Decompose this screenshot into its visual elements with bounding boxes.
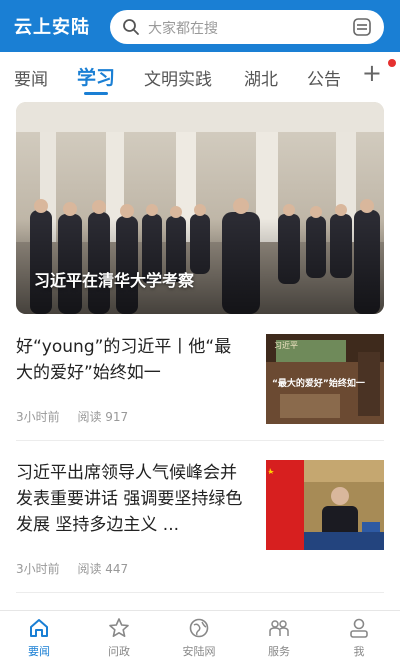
nav-me[interactable]: 我 [329,617,389,659]
news-title: 习近平出席领导人气候峰会并发表重要讲话 强调要坚持绿色发展 坚持多边主义 ... [16,463,243,535]
tab-wenming-shijian[interactable]: 文明实践 [144,65,212,90]
bottom-nav: 要闻 问政 安陆网 服务 我 [0,610,400,666]
people-icon [269,620,289,636]
search-placeholder: 大家都在搜 [148,21,218,37]
divider [16,440,384,441]
feature-card[interactable]: 习近平在清华大学考察 [16,102,384,314]
scan-icon[interactable] [352,17,372,37]
nav-label: 问政 [108,645,130,658]
news-title: 好“young”的习近平丨他“最大的爱好”始终如一 [16,337,232,383]
tab-xuexi[interactable]: 学习 [77,63,115,90]
star-icon [109,618,129,637]
home-icon [30,619,48,637]
search-icon [123,19,139,35]
thumb-caption: “最大的爱好”始终如一 [272,377,365,389]
news-item[interactable]: 好“young”的习近平丨他“最大的爱好”始终如一 3小时前 阅读 917 习近… [16,334,384,426]
news-meta: 3小时前 阅读 447 [16,560,142,577]
news-thumbnail: 习近平 “最大的爱好”始终如一 [266,334,384,424]
svg-text:习近平: 习近平 [274,340,298,350]
news-time: 3小时前 [16,562,60,576]
search-bar[interactable]: 大家都在搜 [110,10,384,44]
tab-yaowen[interactable]: 要闻 [14,65,48,90]
nav-fuwu[interactable]: 服务 [249,617,309,659]
news-time: 3小时前 [16,410,60,424]
tab-hubei[interactable]: 湖北 [244,65,278,90]
news-item[interactable]: 习近平出席领导人气候峰会并发表重要讲话 强调要坚持绿色发展 坚持多边主义 ...… [16,460,384,576]
nav-label: 我 [353,645,365,658]
globe-icon [189,618,209,638]
nav-wenzheng[interactable]: 问政 [89,617,149,659]
app-header: 云上安陆 大家都在搜 [0,0,400,52]
add-channel-icon[interactable]: + [362,61,382,85]
news-reads: 阅读 447 [77,562,129,576]
nav-label: 安陆网 [182,645,216,658]
notification-dot [388,59,396,67]
user-icon [350,618,368,638]
news-reads: 阅读 917 [77,410,129,424]
nav-anluwang[interactable]: 安陆网 [169,617,229,659]
app-title: 云上安陆 [14,17,90,38]
active-tab-indicator [84,92,108,95]
news-meta: 3小时前 阅读 917 [16,408,142,425]
channel-tabs: 要闻 学习 文明实践 湖北 公告 + [0,52,400,102]
divider [16,592,384,593]
tab-gonggao[interactable]: 公告 [307,65,341,90]
nav-yaowen[interactable]: 要闻 [9,617,69,659]
feature-title: 习近平在清华大学考察 [34,271,195,290]
nav-label: 服务 [268,645,290,658]
nav-label: 要闻 [28,645,50,658]
news-thumbnail [266,460,384,550]
